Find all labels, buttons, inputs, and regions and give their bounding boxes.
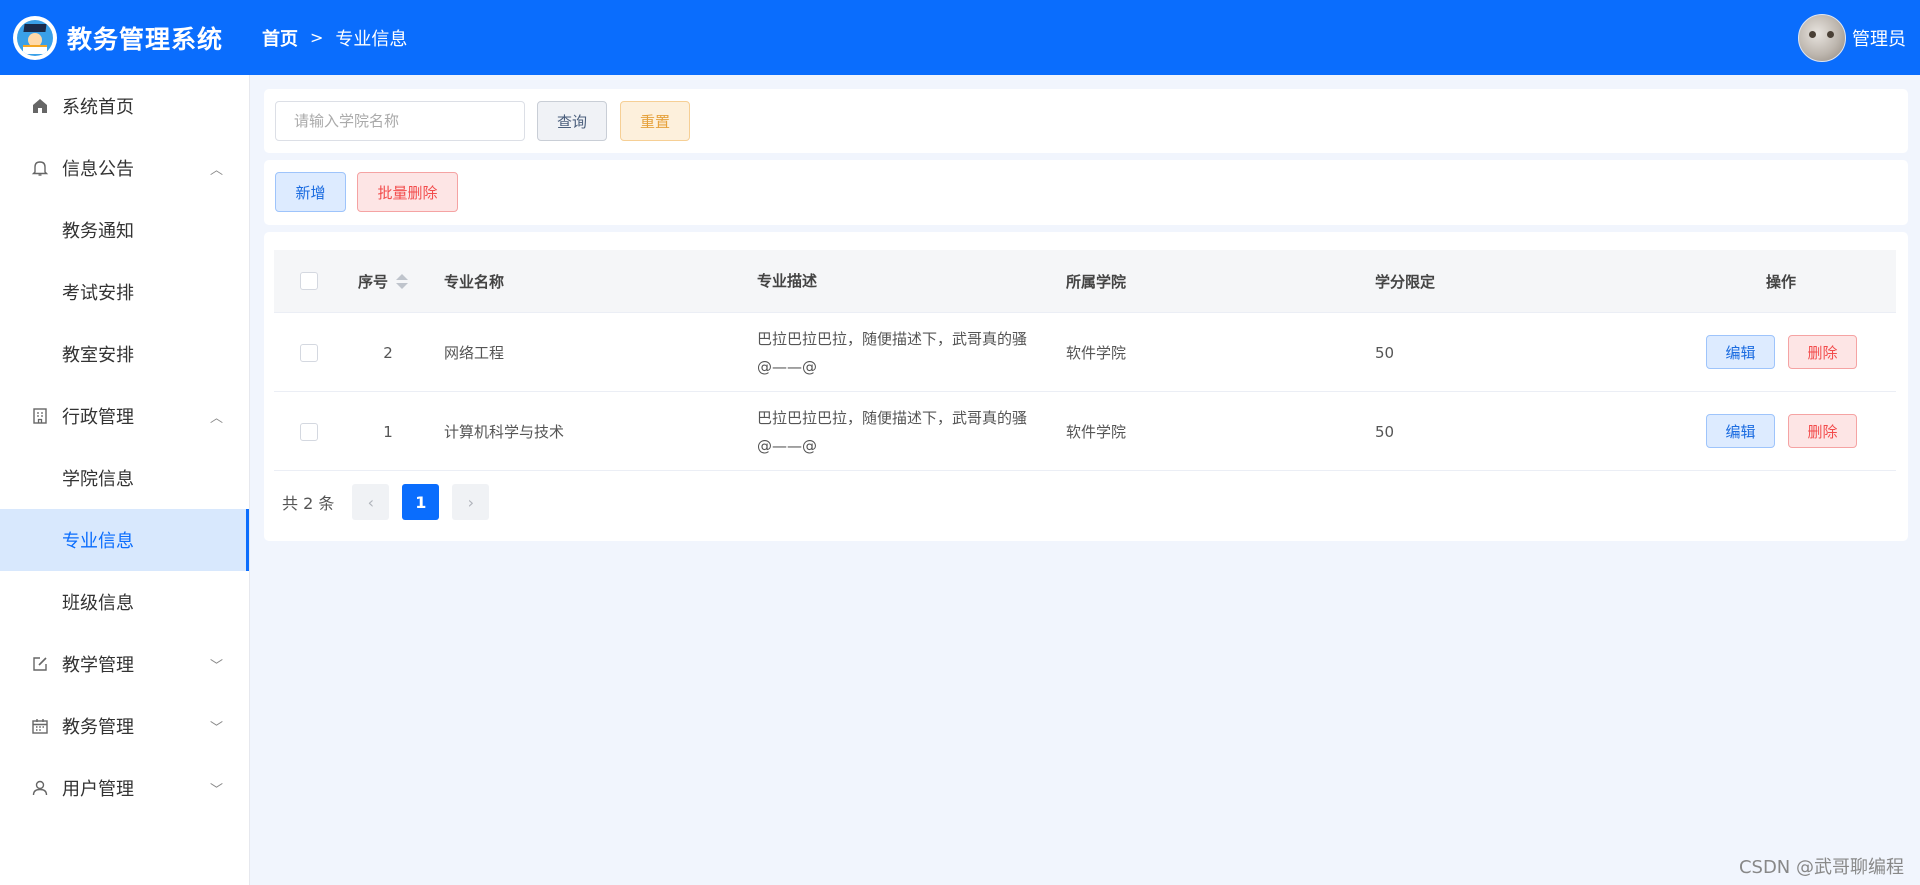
- total-count: 共 2 条: [282, 494, 335, 513]
- sidebar-item-label: 行政管理: [62, 407, 134, 428]
- row-name: 计算机科学与技术: [444, 423, 565, 441]
- add-button[interactable]: 新增: [275, 172, 346, 212]
- row-seq: 1: [383, 422, 393, 441]
- search-panel: 查询 重置: [264, 89, 1908, 153]
- edit-button[interactable]: 编辑: [1706, 414, 1775, 448]
- sidebar-item-users[interactable]: 用户管理 ﹀: [0, 757, 249, 819]
- header-seq[interactable]: 序号: [358, 250, 409, 312]
- table-header: 序号 专业名称 专业描述 所属学院 学分限定 操作: [274, 250, 1896, 313]
- chevron-down-icon: ﹀: [209, 721, 223, 736]
- breadcrumb-current: 专业信息: [335, 28, 408, 50]
- header-seq-label: 序号: [358, 272, 389, 291]
- header-credit: 学分限定: [1375, 272, 1436, 291]
- header-college: 所属学院: [1066, 272, 1127, 291]
- sidebar-item-home[interactable]: 系统首页: [0, 75, 249, 137]
- chevron-down-icon: ﹀: [209, 659, 223, 674]
- sidebar-item-class-info[interactable]: 班级信息: [0, 571, 249, 633]
- query-button[interactable]: 查询: [537, 101, 607, 141]
- sidebar-item-major-info[interactable]: 专业信息: [0, 509, 249, 571]
- sidebar-item-label: 教务管理: [62, 717, 134, 738]
- chevron-up-icon: ︿: [209, 411, 223, 426]
- batch-delete-button[interactable]: 批量删除: [357, 172, 458, 212]
- chevron-down-icon: ﹀: [209, 783, 223, 798]
- delete-button[interactable]: 删除: [1788, 414, 1857, 448]
- sidebar-item-announcements[interactable]: 信息公告 ︿: [0, 137, 249, 199]
- building-icon: [30, 406, 50, 426]
- row-desc-line: 巴拉巴拉巴拉，随便描述下，武哥真的骚: [757, 408, 1028, 427]
- calendar-icon: [30, 716, 50, 736]
- reset-button[interactable]: 重置: [620, 101, 690, 141]
- row-desc-line: 巴拉巴拉巴拉，随便描述下，武哥真的骚: [757, 329, 1028, 348]
- table-row: 1 计算机科学与技术 巴拉巴拉巴拉，随便描述下，武哥真的骚 @——@ 软件学院 5…: [274, 393, 1896, 471]
- action-panel: 新增 批量删除: [264, 160, 1908, 225]
- college-name-search-input[interactable]: [275, 101, 525, 141]
- watermark: CSDN @武哥聊编程: [1738, 857, 1904, 878]
- user-icon: [30, 778, 50, 798]
- row-seq: 2: [383, 343, 393, 362]
- logo-icon: [13, 15, 57, 60]
- avatar[interactable]: [1798, 14, 1846, 62]
- sidebar-item-classroom-schedule[interactable]: 教室安排: [0, 323, 249, 385]
- table-row: 2 网络工程 巴拉巴拉巴拉，随便描述下，武哥真的骚 @——@ 软件学院 50 编辑…: [274, 314, 1896, 392]
- select-all-checkbox[interactable]: [300, 272, 318, 290]
- row-credit: 50: [1375, 343, 1395, 362]
- breadcrumb-home[interactable]: 首页: [262, 25, 298, 51]
- header-desc: 专业描述: [757, 272, 818, 290]
- row-checkbox[interactable]: [300, 343, 318, 362]
- next-page-button[interactable]: ›: [452, 484, 490, 520]
- sidebar: 系统首页 信息公告 ︿ 教务通知 考试安排 教室安排 行政管理 ︿ 学院信息 专…: [0, 75, 250, 885]
- edit-button[interactable]: 编辑: [1706, 335, 1775, 369]
- sidebar-item-college-info[interactable]: 学院信息: [0, 447, 249, 509]
- page-number-button[interactable]: 1: [402, 484, 440, 520]
- sidebar-item-label: 系统首页: [62, 97, 134, 118]
- sidebar-item-exam-schedule[interactable]: 考试安排: [0, 261, 249, 323]
- row-credit: 50: [1375, 422, 1395, 441]
- row-checkbox[interactable]: [300, 422, 318, 441]
- row-desc-line: @——@: [757, 436, 817, 455]
- top-header: 教务管理系统 首页 > 专业信息 管理员: [0, 0, 1920, 75]
- sidebar-item-label: 教学管理: [62, 655, 134, 676]
- row-desc: 巴拉巴拉巴拉，随便描述下，武哥真的骚 @——@: [757, 393, 1047, 470]
- user-menu[interactable]: 管理员: [1798, 14, 1906, 62]
- sidebar-item-administration[interactable]: 行政管理 ︿: [0, 385, 249, 447]
- brand: 教务管理系统: [0, 0, 250, 75]
- row-name: 网络工程: [444, 344, 505, 362]
- chevron-up-icon: ︿: [209, 163, 223, 178]
- home-icon: [30, 96, 50, 116]
- breadcrumb: 首页 > 专业信息: [262, 25, 407, 51]
- edit-icon: [30, 654, 50, 674]
- sidebar-item-academic-notice[interactable]: 教务通知: [0, 199, 249, 261]
- row-desc-line: @——@: [757, 357, 817, 376]
- sidebar-item-teaching[interactable]: 教学管理 ﹀: [0, 633, 249, 695]
- pagination: 共 2 条 ‹ 1 ›: [282, 484, 502, 520]
- row-college: 软件学院: [1066, 344, 1127, 362]
- table-panel: 序号 专业名称 专业描述 所属学院 学分限定 操作 2 网络工程 巴拉巴拉巴拉，…: [264, 232, 1908, 541]
- header-name: 专业名称: [444, 272, 505, 291]
- delete-button[interactable]: 删除: [1788, 335, 1857, 369]
- header-ops: 操作: [1766, 272, 1797, 291]
- sidebar-item-label: 用户管理: [62, 779, 134, 800]
- row-desc: 巴拉巴拉巴拉，随便描述下，武哥真的骚 @——@: [757, 314, 1047, 391]
- row-college: 软件学院: [1066, 423, 1127, 441]
- sidebar-item-academic-affairs[interactable]: 教务管理 ﹀: [0, 695, 249, 757]
- user-name[interactable]: 管理员: [1852, 25, 1906, 51]
- bell-icon: [30, 158, 50, 178]
- app-title: 教务管理系统: [67, 24, 224, 54]
- chevron-right-icon: >: [310, 28, 324, 47]
- sidebar-item-label: 信息公告: [62, 159, 134, 180]
- prev-page-button[interactable]: ‹: [352, 484, 390, 520]
- sort-icon[interactable]: [396, 273, 409, 289]
